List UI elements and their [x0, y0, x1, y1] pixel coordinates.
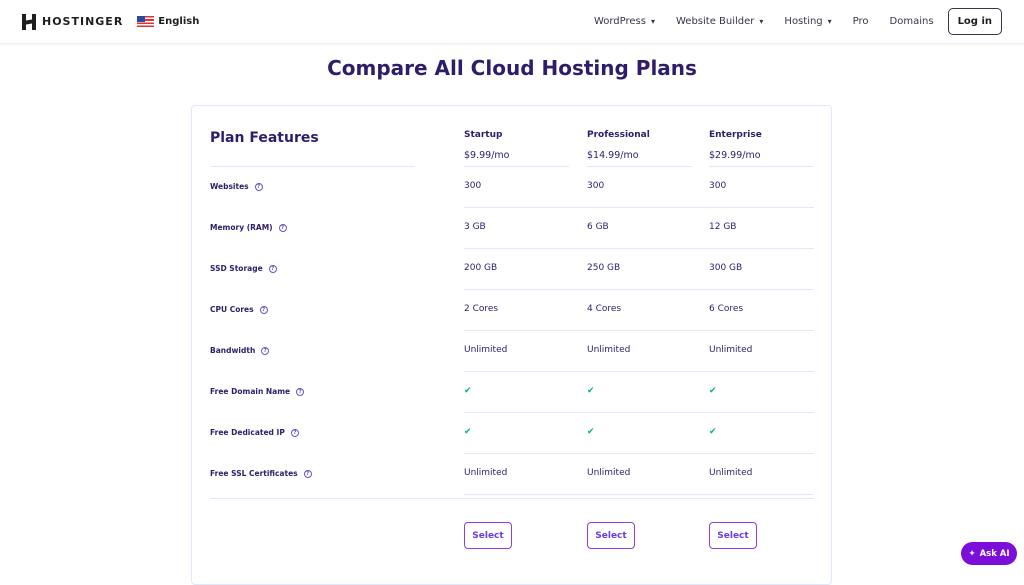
help-icon[interactable]: ?: [296, 387, 305, 396]
feature-label: Free SSL Certificates?: [210, 469, 312, 478]
sparkle-icon: ✦: [968, 548, 976, 559]
nav-item-domains[interactable]: Domains: [890, 16, 934, 27]
nav-item-pro[interactable]: Pro: [853, 16, 869, 27]
nav-label: Domains: [889, 16, 934, 27]
divider: [709, 166, 814, 167]
help-icon[interactable]: ?: [303, 469, 312, 478]
feature-name: CPU Cores: [210, 305, 254, 314]
check-icon: ✔: [464, 386, 472, 396]
nav-label: Hosting: [784, 16, 823, 27]
nav-item-hosting[interactable]: Hosting ▾: [784, 16, 831, 27]
row-divider: [464, 371, 814, 372]
check-icon: ✔: [464, 427, 472, 437]
feature-value: 300 GB: [709, 263, 743, 273]
feature-name: SSD Storage: [210, 264, 263, 273]
help-icon[interactable]: ?: [268, 264, 277, 273]
plan-price: $29.99/mo: [709, 150, 761, 161]
chevron-down-icon: ▾: [650, 17, 655, 26]
table-bottom-divider: [210, 498, 814, 499]
feature-value: Unlimited: [464, 468, 508, 478]
select-plan-button[interactable]: Select: [709, 522, 757, 549]
feature-label: Free Domain Name?: [210, 387, 305, 396]
feature-value: 300: [709, 181, 727, 191]
ask-ai-label: Ask AI: [979, 548, 1010, 559]
feature-name: Free SSL Certificates: [210, 469, 298, 478]
feature-name: Free Dedicated IP: [210, 428, 285, 437]
feature-value: Unlimited: [587, 468, 631, 478]
help-icon[interactable]: ?: [259, 305, 268, 314]
brand-name: HOSTINGER: [42, 15, 124, 28]
login-button[interactable]: Log in: [947, 8, 1002, 35]
nav-label: Website Builder: [675, 16, 755, 27]
select-plan-button[interactable]: Select: [464, 522, 512, 549]
help-icon[interactable]: ?: [278, 223, 287, 232]
row-divider: [464, 453, 814, 454]
brand-logo[interactable]: HOSTINGER: [22, 13, 124, 30]
row-divider: [464, 330, 814, 331]
plan-name: Professional: [587, 130, 650, 140]
hostinger-logo-icon: [22, 13, 36, 30]
feature-value: 6 Cores: [709, 304, 744, 314]
check-icon: ✔: [587, 427, 595, 437]
plan-name: Startup: [464, 130, 503, 140]
nav-item-website-builder[interactable]: Website Builder ▾: [676, 16, 763, 27]
feature-value: Unlimited: [709, 468, 753, 478]
divider: [587, 166, 692, 167]
plan-price: $9.99/mo: [464, 150, 510, 161]
comparison-table: Plan Features Startup $9.99/mo Select Profe…: [191, 105, 832, 585]
feature-value: 300: [464, 181, 482, 191]
feature-value: 12 GB: [709, 222, 737, 232]
feature-name: Bandwidth: [210, 346, 256, 355]
feature-value: Unlimited: [464, 345, 508, 355]
help-icon[interactable]: ?: [254, 182, 263, 191]
ask-ai-button[interactable]: ✦ Ask AI: [961, 542, 1017, 565]
feature-label: Bandwidth?: [210, 346, 270, 355]
feature-value: 3 GB: [464, 222, 486, 232]
nav-item-wordpress[interactable]: WordPress ▾: [594, 16, 655, 27]
us-flag-icon: [137, 16, 155, 27]
feature-value: 300: [587, 181, 605, 191]
chevron-down-icon: ▾: [759, 17, 764, 26]
row-divider: [464, 248, 814, 249]
feature-value: 6 GB: [587, 222, 609, 232]
feature-name: Websites: [210, 182, 249, 191]
help-icon[interactable]: ?: [261, 346, 270, 355]
divider: [464, 166, 569, 167]
select-plan-button[interactable]: Select: [587, 522, 635, 549]
feature-name: Memory (RAM): [210, 223, 273, 232]
feature-label: Websites?: [210, 182, 263, 191]
feature-value: 2 Cores: [464, 304, 499, 314]
feature-label: SSD Storage?: [210, 264, 277, 273]
divider: [210, 166, 415, 167]
feature-value: Unlimited: [587, 345, 631, 355]
top-header: HOSTINGER English WordPress ▾ Website Buil…: [0, 0, 1024, 44]
row-divider: [464, 289, 814, 290]
check-icon: ✔: [709, 386, 717, 396]
plan-price: $14.99/mo: [587, 150, 639, 161]
row-divider: [464, 207, 814, 208]
row-divider: [464, 412, 814, 413]
main-nav: WordPress ▾ Website Builder ▾ Hosting ▾ Pro Dom…: [573, 16, 934, 27]
plan-name: Enterprise: [709, 130, 762, 140]
nav-label: Pro: [852, 16, 869, 27]
language-selector[interactable]: English: [137, 16, 199, 27]
feature-value: 250 GB: [587, 263, 621, 273]
help-icon[interactable]: ?: [290, 428, 299, 437]
chevron-down-icon: ▾: [827, 17, 832, 26]
feature-label: Free Dedicated IP?: [210, 428, 299, 437]
language-label: English: [158, 16, 200, 27]
feature-name: Free Domain Name: [210, 387, 291, 396]
feature-value: 4 Cores: [587, 304, 622, 314]
feature-label: CPU Cores?: [210, 305, 268, 314]
check-icon: ✔: [709, 427, 717, 437]
check-icon: ✔: [587, 386, 595, 396]
row-divider: [464, 494, 814, 495]
nav-label: WordPress: [593, 16, 646, 27]
plan-features-heading: Plan Features: [210, 130, 319, 146]
feature-label: Memory (RAM)?: [210, 223, 287, 232]
feature-value: Unlimited: [709, 345, 753, 355]
feature-value: 200 GB: [464, 263, 498, 273]
page-title: Compare All Cloud Hosting Plans: [327, 56, 697, 80]
